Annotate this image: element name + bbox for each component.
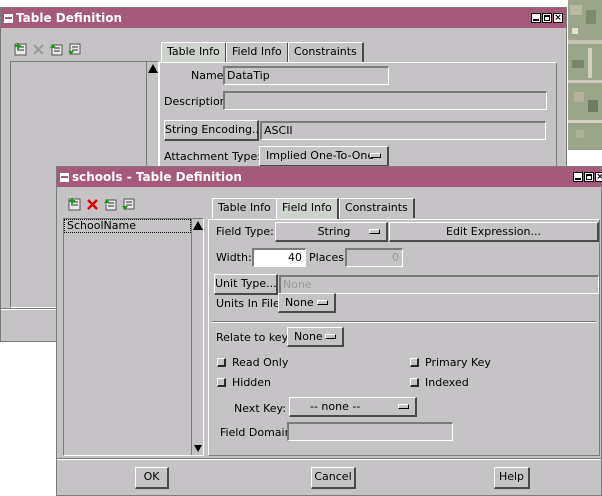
chevron-down-icon: [370, 153, 381, 158]
move-field-down-icon[interactable]: [121, 197, 136, 212]
name-label: Name:: [191, 69, 228, 82]
field-type-value: String: [317, 225, 351, 238]
minimize-icon[interactable]: [531, 13, 541, 23]
tab-field-info[interactable]: Field Info: [276, 198, 339, 219]
primary-key-checkbox[interactable]: [410, 358, 419, 367]
attachment-type-label: Attachment Type:: [164, 150, 261, 163]
chevron-down-icon: [369, 229, 380, 234]
move-field-up-icon[interactable]: [49, 42, 64, 57]
places-input: 0: [345, 248, 403, 267]
delete-field-icon[interactable]: [85, 197, 100, 212]
attachment-type-value: Implied One-To-One: [266, 149, 375, 162]
width-input[interactable]: 40: [252, 248, 306, 267]
unit-type-button[interactable]: Unit Type...: [214, 274, 278, 295]
back-tab-table-info[interactable]: Table Info: [161, 42, 227, 63]
field-domain-label: Field Domain:: [220, 426, 296, 439]
units-in-file-label: Units In File:: [216, 297, 284, 310]
name-input[interactable]: DataTip: [223, 66, 389, 85]
window-menu-icon[interactable]: [4, 13, 13, 23]
string-encoding-button[interactable]: String Encoding...: [164, 120, 263, 141]
units-in-file-value: None: [285, 296, 314, 309]
list-item[interactable]: SchoolName: [64, 219, 191, 233]
indexed-checkbox[interactable]: [410, 378, 419, 387]
relate-to-key-value: None: [294, 330, 323, 343]
back-window-titlebar[interactable]: Table Definition ×: [1, 8, 566, 28]
tab-constraints[interactable]: Constraints: [339, 198, 415, 218]
indexed-label: Indexed: [425, 376, 469, 389]
add-field-icon[interactable]: [13, 42, 28, 57]
field-list-scrollbar[interactable]: [191, 219, 203, 455]
field-domain-input[interactable]: [287, 422, 453, 441]
description-label: Description:: [164, 95, 231, 108]
relate-to-key-label: Relate to key:: [216, 331, 291, 344]
add-field-icon[interactable]: [67, 197, 82, 212]
tab-table-info[interactable]: Table Info: [212, 198, 278, 218]
minimize-icon[interactable]: [573, 172, 583, 182]
edit-expression-button[interactable]: Edit Expression...: [389, 222, 599, 242]
delete-field-icon: [31, 42, 46, 57]
next-key-dropdown[interactable]: -- none --: [289, 397, 417, 417]
move-field-down-icon[interactable]: [67, 42, 82, 57]
background-map-image: [568, 0, 602, 150]
back-tab-constraints[interactable]: Constraints: [288, 42, 364, 62]
move-field-up-icon[interactable]: [103, 197, 118, 212]
chevron-down-icon: [398, 404, 409, 409]
attachment-type-dropdown[interactable]: Implied One-To-One: [259, 146, 389, 167]
maximize-icon[interactable]: [542, 13, 552, 23]
places-label: Places:: [309, 251, 348, 264]
relate-to-key-dropdown[interactable]: None: [287, 327, 344, 347]
back-window-title: Table Definition: [16, 11, 123, 25]
window-menu-icon[interactable]: [60, 172, 69, 182]
field-type-label: Field Type:: [216, 225, 274, 238]
maximize-icon[interactable]: [584, 172, 594, 182]
read-only-label: Read Only: [232, 356, 289, 369]
bottom-divider: [57, 458, 601, 460]
next-key-value: -- none --: [310, 400, 361, 413]
chevron-down-icon: [325, 334, 336, 339]
width-label: Width:: [216, 251, 252, 264]
cancel-button[interactable]: Cancel: [311, 467, 356, 489]
string-encoding-value: ASCII: [260, 121, 546, 140]
description-input[interactable]: [223, 91, 547, 110]
field-name-schoolname: SchoolName: [67, 219, 136, 232]
next-key-label: Next Key:: [234, 402, 286, 415]
front-window-titlebar[interactable]: schools - Table Definition ×: [57, 167, 602, 187]
units-in-file-dropdown[interactable]: None: [278, 293, 336, 313]
unit-type-value: None: [279, 275, 599, 294]
field-type-dropdown[interactable]: String: [275, 222, 388, 242]
hidden-label: Hidden: [232, 376, 272, 389]
section-divider: [212, 321, 596, 323]
close-icon[interactable]: ×: [553, 13, 563, 23]
back-tab-field-info[interactable]: Field Info: [226, 42, 289, 62]
read-only-checkbox[interactable]: [217, 358, 226, 367]
ok-button[interactable]: OK: [135, 467, 169, 489]
schools-table-definition-window: schools - Table Definition × SchoolName …: [56, 166, 602, 496]
hidden-checkbox[interactable]: [217, 378, 226, 387]
field-list[interactable]: SchoolName: [63, 218, 204, 456]
chevron-down-icon: [317, 300, 328, 305]
primary-key-label: Primary Key: [425, 356, 491, 369]
front-window-title: schools - Table Definition: [72, 170, 242, 184]
close-icon[interactable]: ×: [595, 172, 602, 182]
help-button[interactable]: Help: [494, 467, 530, 489]
